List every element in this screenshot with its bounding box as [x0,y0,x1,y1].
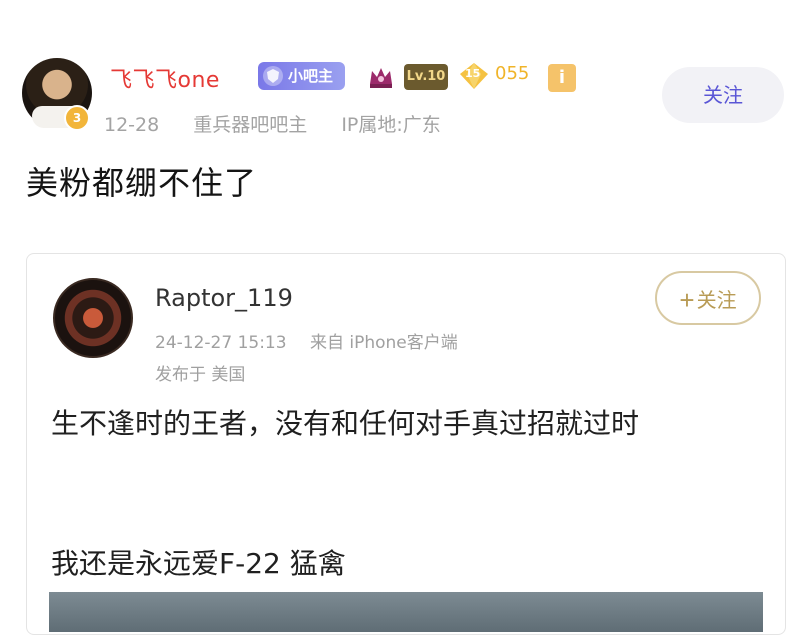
post-title: 美粉都绷不住了 [26,164,258,202]
quoted-post-image[interactable] [49,592,763,632]
role-badge: 小吧主 [258,62,346,90]
info-icon[interactable]: i [548,64,576,92]
gem-level: 15 [465,67,481,80]
quoted-follow-label: 关注 [696,290,737,312]
post-date: 12-28 [104,114,160,136]
avatar-level-badge: 3 [64,105,90,131]
post-header: 3 飞飞飞one 小吧主 Lv.10 15 055 i 12-28 重兵器吧吧主… [0,0,810,150]
gem-badge: 15 055 [459,62,543,90]
quoted-source: 来自 iPhone客户端 [309,333,458,353]
crown-icon [370,68,392,88]
gem-count: 055 [495,63,530,84]
quoted-author-name[interactable]: Raptor_119 [155,284,293,312]
quoted-follow-button[interactable]: + 关注 [655,271,761,325]
author-name[interactable]: 飞飞飞one [110,62,220,94]
quoted-location: 发布于 美国 [155,365,246,385]
shield-icon [263,66,283,86]
quoted-author-avatar[interactable] [53,278,133,358]
post-meta: 12-28 重兵器吧吧主 IP属地:广东 [104,110,441,137]
plus-icon: + [679,285,695,315]
quoted-text-line-1: 生不逢时的王者，没有和任何对手真过招就过时 [51,407,640,440]
quoted-timestamp: 24-12-27 15:13 [155,333,287,353]
level-badge: Lv.10 [404,64,448,90]
quoted-text-line-2: 我还是永远爱F-22 猛禽 [51,547,346,580]
follow-button[interactable]: 关注 [662,67,784,123]
ip-location: IP属地:广东 [341,114,441,136]
role-badge-label: 小吧主 [288,67,334,85]
forum-role: 重兵器吧吧主 [193,114,308,136]
quoted-post-card[interactable]: Raptor_119 24-12-27 15:13 来自 iPhone客户端 发… [26,253,786,635]
quoted-post-meta: 24-12-27 15:13 来自 iPhone客户端 [155,328,458,353]
